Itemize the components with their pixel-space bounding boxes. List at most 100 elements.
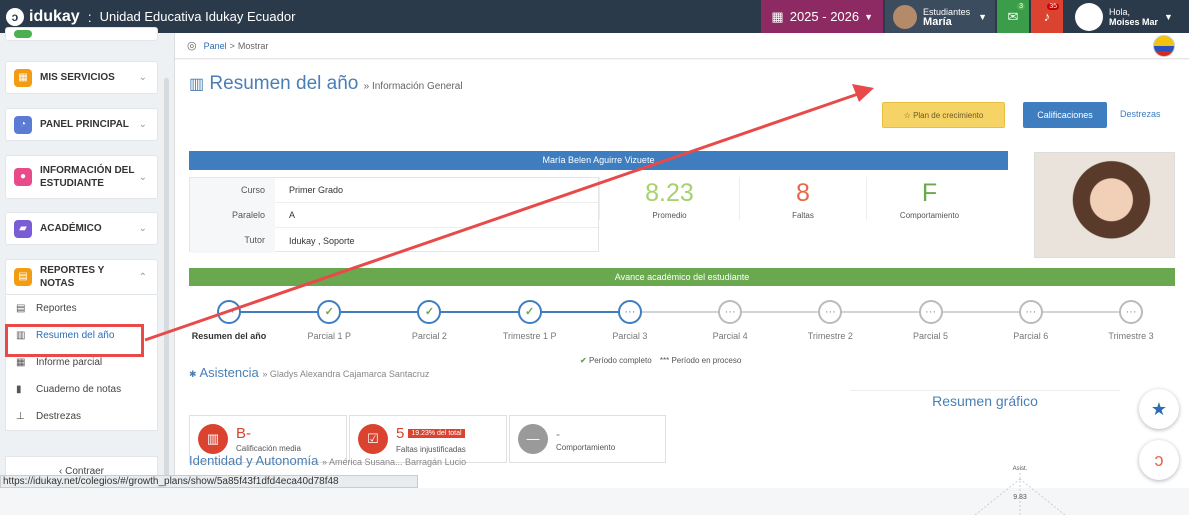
student-avatar <box>893 4 918 29</box>
progress-title-bar: Avance académico del estudiante <box>189 268 1175 286</box>
sidebar-item-academico[interactable]: ▰ ACADÉMICO ⌄ <box>5 212 158 245</box>
card-value: B- <box>236 425 251 442</box>
user-name: Moises Mar <box>1109 16 1159 27</box>
dashboard-icon: ◎ <box>187 40 197 52</box>
user-menu[interactable]: Hola, Moises Mar ▼ <box>1065 0 1189 33</box>
star-icon: ☆ <box>903 111 911 120</box>
plan-de-crecimiento-button[interactable]: ☆ Plan de crecimiento <box>882 102 1005 128</box>
info-row: Tutor Idukay , Soporte <box>190 228 598 253</box>
sidebar-item-mis-servicios[interactable]: ▦ MIS SERVICIOS ⌄ <box>5 61 158 94</box>
stat-label: Faltas <box>792 211 814 220</box>
progress-step-label: Trimestre 2 <box>807 331 853 341</box>
progress-step[interactable]: ✓ Parcial 2 <box>379 300 479 341</box>
chevron-down-icon: ⌄ <box>138 171 147 183</box>
section-title-text[interactable]: Asistencia <box>199 365 258 380</box>
grid-icon: ▦ <box>14 68 32 87</box>
card-label: Calificación media <box>236 444 301 453</box>
submenu-item-destrezas[interactable]: ⊥ Destrezas <box>6 403 157 430</box>
stat-label: Comportamiento <box>899 211 960 220</box>
check-icon: ✓ <box>417 300 442 324</box>
sidebar-item-panel-principal[interactable]: ◔ PANEL PRINCIPAL ⌄ <box>5 108 158 141</box>
check-icon: ✓ <box>317 300 342 324</box>
calificaciones-button[interactable]: Calificaciones <box>1023 102 1107 128</box>
submenu-item-cuaderno-notas[interactable]: ▮ Cuaderno de notas <box>6 376 157 403</box>
info-value: Primer Grado <box>289 185 344 195</box>
percentage-badge: 19.23% del total <box>408 428 465 438</box>
sidebar-item-label: MIS SERVICIOS <box>40 72 115 83</box>
ellipsis-icon: ··· <box>617 300 642 324</box>
progress-step[interactable]: ✓ Trimestre 1 P <box>480 300 580 341</box>
notifications-badge: 35 <box>1047 3 1059 10</box>
user-avatar <box>1075 2 1103 31</box>
grid-icon: ▦ <box>16 357 26 368</box>
sidebar-item-top[interactable] <box>5 27 158 41</box>
students-label: Estudiantes <box>923 6 971 17</box>
check-icon: ✔ <box>580 356 587 365</box>
help-button[interactable]: ↄ <box>1139 440 1179 480</box>
page-subtitle: » Información General <box>363 81 463 92</box>
stat-promedio: 8.23 Promedio <box>599 177 739 220</box>
stat-value: 8 <box>796 179 810 207</box>
breadcrumb: ◎ Panel > Mostrar <box>175 33 1189 59</box>
student-selector[interactable]: Estudiantes María ▼ <box>885 0 995 33</box>
school-year-selector[interactable]: ▦ 2025 - 2026 ▼ <box>761 0 884 33</box>
ellipsis-icon: ··· <box>217 300 241 324</box>
radar-axis-label: Asist. <box>1013 466 1028 472</box>
info-key: Curso <box>190 177 275 203</box>
progress-step-label: Parcial 2 <box>411 331 447 341</box>
progress-step[interactable]: ··· Trimestre 3 <box>1081 300 1181 341</box>
progress-step-label: Parcial 3 <box>612 331 648 341</box>
bar-chart-icon: ▥ <box>189 76 205 93</box>
stat-value: 8.23 <box>645 179 694 207</box>
submenu-item-reportes[interactable]: ▤ Reportes <box>6 295 157 322</box>
student-info-table: Curso Primer Grado Paralelo A Tutor Iduk… <box>189 177 599 253</box>
notifications-button[interactable]: ♪ 35 <box>1031 0 1063 33</box>
breadcrumb-panel-link[interactable]: Panel <box>204 41 227 51</box>
progress-step[interactable]: ✓ Parcial 1 P <box>279 300 379 341</box>
progress-step[interactable]: ··· Parcial 3 <box>580 300 680 341</box>
chevron-down-icon: ▼ <box>864 11 874 22</box>
radar-chart: Asist. 9.83 <box>974 466 1066 515</box>
student-name-bar: María Belen Aguirre Vizuete <box>189 151 1008 170</box>
card-value: - <box>556 426 560 441</box>
dashboard-icon: ◔ <box>14 115 32 134</box>
ellipsis-icon: ··· <box>1119 300 1143 324</box>
school-year: 2025 - 2026 <box>789 9 860 24</box>
progress-step[interactable]: ··· Trimestre 2 <box>780 300 880 341</box>
sidebar-item-label: INFORMACIÓN DEL ESTUDIANTE <box>40 165 135 189</box>
report-icon: ▤ <box>14 268 32 286</box>
progress-step-label: Parcial 6 <box>1013 331 1049 341</box>
info-value: A <box>289 210 296 220</box>
progress-step[interactable]: ··· Parcial 5 <box>881 300 981 341</box>
page-title-text: Resumen del año <box>209 73 359 94</box>
sidebar-item-informacion-estudiante[interactable]: ● INFORMACIÓN DEL ESTUDIANTE ⌄ <box>5 155 158 199</box>
greeting: Hola, <box>1109 6 1131 17</box>
check-icon: ✓ <box>517 300 542 324</box>
legend-in-process: *** Período en proceso <box>659 356 742 365</box>
student-name: María <box>923 15 952 28</box>
idukay-logo-icon: ↄ <box>6 7 24 26</box>
progress-step-label: Parcial 1 P <box>307 331 351 341</box>
info-value: Idukay , Soporte <box>289 235 355 246</box>
content-panel: ▥ Resumen del año » Información General … <box>175 60 1189 515</box>
sidebar-item-reportes-notas[interactable]: ▤ REPORTES Y NOTAS ⌃ <box>5 259 158 295</box>
stat-value: F <box>921 179 938 207</box>
progress-step[interactable]: ··· Resumen del año <box>179 300 279 341</box>
progress-step[interactable]: ··· Parcial 4 <box>680 300 780 341</box>
section-title-text[interactable]: Identidad y Autonomía <box>189 453 318 468</box>
favorites-button[interactable]: ★ <box>1139 389 1179 429</box>
messages-button[interactable]: ✉ 3 <box>997 0 1029 33</box>
student-icon: ● <box>14 168 32 186</box>
progress-step[interactable]: ··· Parcial 6 <box>981 300 1081 341</box>
logo[interactable]: ↄ idukay <box>6 7 80 26</box>
sidebar-scrollbar[interactable] <box>164 78 169 478</box>
ecuador-flag-icon[interactable] <box>1153 35 1175 57</box>
checkbox-icon: ☑ <box>358 424 388 454</box>
submenu-label: Destrezas <box>36 411 82 422</box>
destrezas-link[interactable]: Destrezas <box>1120 109 1161 119</box>
resumen-grafico-title: Resumen gráfico <box>850 390 1120 409</box>
chevron-down-icon: ▼ <box>1164 11 1173 22</box>
radar-value-label: 9.83 <box>1013 494 1027 501</box>
sidebar-item-label: REPORTES Y NOTAS <box>40 265 105 289</box>
sidebar: ▦ MIS SERVICIOS ⌄ ◔ PANEL PRINCIPAL ⌄ ● … <box>0 27 175 488</box>
